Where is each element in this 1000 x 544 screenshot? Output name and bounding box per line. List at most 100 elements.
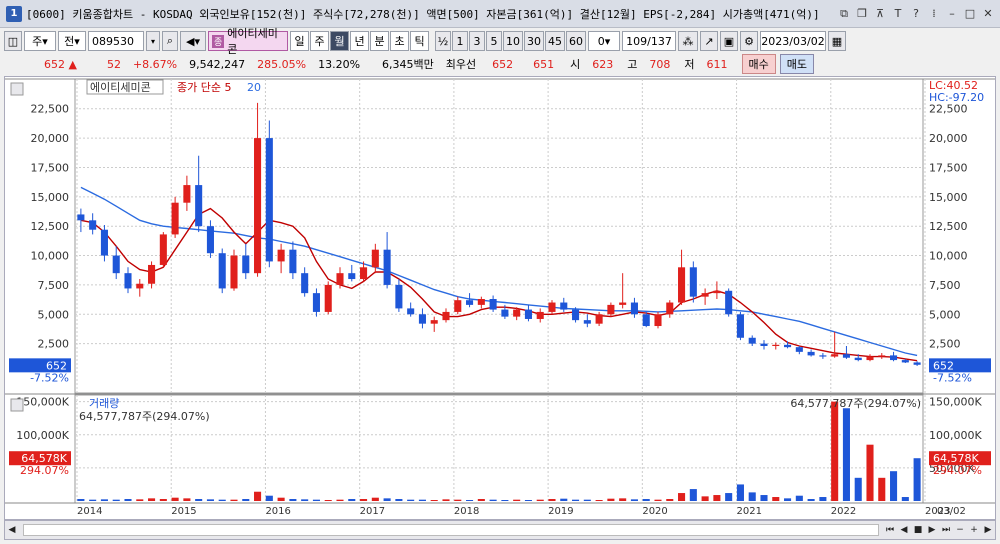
- search-icon[interactable]: ⌕: [162, 31, 178, 51]
- volume-bar: [112, 499, 120, 501]
- high-value: 708: [649, 57, 671, 71]
- high-label: 고: [627, 58, 638, 71]
- candle-body: [442, 311, 450, 321]
- candle-body: [407, 308, 415, 315]
- period-btn-0[interactable]: 일: [290, 31, 309, 51]
- volume-bar: [265, 495, 273, 501]
- play-back-icon[interactable]: ◀: [897, 523, 911, 537]
- stop-icon[interactable]: ■: [911, 523, 925, 537]
- interval-btn-7[interactable]: 60: [566, 31, 586, 51]
- up-arrow-icon: ▲: [68, 57, 77, 71]
- price-tick-left: 22,500: [31, 103, 70, 116]
- volume-bar: [607, 498, 615, 501]
- period-buttons: 일주월년분초틱: [290, 31, 429, 51]
- volume-bar: [383, 498, 391, 501]
- chart-scrollbar[interactable]: ◀ ⏮ ◀ ■ ▶ ⏭ − + ▶: [4, 520, 996, 540]
- stock-name-box[interactable]: 종 에이티세미콘: [208, 27, 288, 56]
- volume-bar: [301, 499, 309, 501]
- sound-icon[interactable]: ◀▾: [180, 31, 206, 51]
- pane-bar-icon: [10, 82, 24, 96]
- volume-bar: [100, 499, 108, 501]
- zoom-in-icon[interactable]: +: [967, 523, 981, 537]
- period-btn-2[interactable]: 월: [330, 31, 349, 51]
- price-tick-left: 12,500: [31, 220, 70, 233]
- period-btn-4[interactable]: 분: [370, 31, 389, 51]
- candle-body: [548, 302, 556, 312]
- interval-btn-3[interactable]: 5: [486, 31, 502, 51]
- volume-legend-name: 거래량: [89, 397, 119, 410]
- price-volume-chart[interactable]: 22,500 22,500 20,000 20,000 17,500 17,500 15,0…: [5, 77, 995, 519]
- pin-icon[interactable]: ⊼: [872, 6, 888, 22]
- candle-body: [678, 267, 686, 303]
- layout-icon[interactable]: ◫: [4, 31, 22, 51]
- price-tick-right: 2,500: [929, 338, 961, 351]
- stack-window-icon[interactable]: ❐: [854, 6, 870, 22]
- save-icon[interactable]: ▣: [720, 31, 738, 51]
- interval-btn-0[interactable]: ½: [435, 31, 451, 51]
- volume-bar: [230, 499, 238, 501]
- window-badge: 1: [6, 5, 22, 22]
- settings-icon[interactable]: ⚙: [740, 31, 758, 51]
- candle-body: [183, 185, 191, 203]
- period-btn-1[interactable]: 주: [310, 31, 329, 51]
- volume-bar: [395, 499, 403, 501]
- price-tick-right: 7,500: [929, 279, 961, 292]
- candle-body: [289, 249, 297, 274]
- close-icon[interactable]: ✕: [980, 6, 996, 22]
- volume-bar: [89, 499, 97, 501]
- prev-toggle[interactable]: 전 ▾: [58, 31, 86, 51]
- play-icon[interactable]: ▶: [925, 523, 939, 537]
- candle-body: [466, 300, 474, 305]
- candle-body: [383, 249, 391, 285]
- volume-tick-left: 100,000K: [16, 429, 69, 442]
- interval-btn-5[interactable]: 30: [524, 31, 544, 51]
- candle-body: [913, 362, 921, 365]
- volume-bar: [124, 499, 132, 501]
- scroll-left-icon[interactable]: ◀: [5, 523, 19, 537]
- period-btn-3[interactable]: 년: [350, 31, 369, 51]
- candle-body: [654, 314, 662, 327]
- candle-body: [689, 267, 697, 297]
- year-label: 2020: [642, 506, 667, 517]
- sell-button[interactable]: 매도: [779, 54, 815, 74]
- period-mode-select[interactable]: 주 ▾: [24, 31, 56, 51]
- volume-bar: [407, 499, 415, 501]
- skip-start-icon[interactable]: ⏮: [883, 523, 897, 537]
- chart-area[interactable]: 22,500 22,500 20,000 20,000 17,500 17,500 15,0…: [4, 76, 996, 520]
- interval-btn-1[interactable]: 1: [452, 31, 468, 51]
- scroll-right-icon[interactable]: ▶: [981, 523, 995, 537]
- help-icon[interactable]: ?: [908, 6, 924, 22]
- interval-btn-4[interactable]: 10: [503, 31, 523, 51]
- vol-pct-right: 294.07%: [933, 464, 982, 477]
- candle-body: [418, 314, 426, 324]
- price-tick-left: 7,500: [38, 279, 70, 292]
- calendar-icon[interactable]: ▦: [828, 31, 846, 51]
- skip-end-icon[interactable]: ⏭: [939, 523, 953, 537]
- date-input[interactable]: 2023/03/02: [760, 31, 826, 51]
- interval-btn-2[interactable]: 3: [469, 31, 485, 51]
- buy-button[interactable]: 매수: [741, 54, 776, 74]
- trend-icon[interactable]: ↗: [700, 31, 718, 51]
- candle-body: [254, 138, 262, 274]
- code-dropdown-icon[interactable]: ▾: [146, 31, 160, 51]
- code-input[interactable]: 089530: [88, 31, 144, 51]
- count-select[interactable]: 0 ▾: [588, 31, 620, 51]
- interval-buttons: ½ 1 3 5 10 30 45 60: [435, 31, 586, 51]
- best-bid: 651: [533, 57, 555, 71]
- scroll-track[interactable]: [23, 524, 879, 536]
- period-btn-5[interactable]: 초: [390, 31, 409, 51]
- zoom-out-icon[interactable]: −: [953, 523, 967, 537]
- candle-body: [336, 273, 344, 285]
- volume-bar: [360, 499, 368, 501]
- cur-price-pct-left: -7.52%: [30, 371, 69, 384]
- maximize-icon[interactable]: □: [962, 6, 978, 22]
- volume-bar: [548, 499, 556, 501]
- text-size-icon[interactable]: T: [890, 6, 906, 22]
- price-legend-ma20: 20: [247, 81, 261, 94]
- minimize-icon[interactable]: –: [944, 6, 960, 22]
- period-btn-6[interactable]: 틱: [410, 31, 429, 51]
- tools-icon[interactable]: ⁂: [678, 31, 698, 51]
- interval-btn-6[interactable]: 45: [545, 31, 565, 51]
- link-window-icon[interactable]: ⧉: [836, 6, 852, 22]
- quote-amount: 6,345백만: [382, 58, 434, 71]
